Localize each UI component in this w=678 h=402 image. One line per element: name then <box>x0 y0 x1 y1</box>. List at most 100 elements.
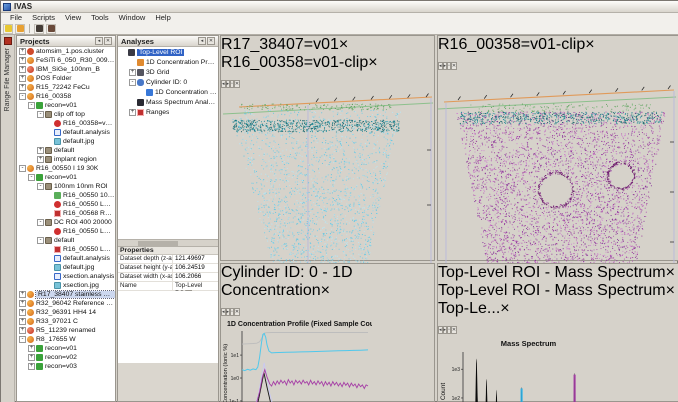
scroll-left-icon[interactable]: ◂ <box>221 308 226 316</box>
tree-item[interactable]: +R5_11239 renamed <box>17 326 115 335</box>
expand-icon[interactable]: + <box>19 66 26 73</box>
tab-top-level-roi-mass-spectrum[interactable]: Top-Level ROI - Mass Spectrum× <box>438 264 678 282</box>
tree-item[interactable]: +recon=v03 <box>17 362 115 371</box>
tree-item[interactable]: +POS Folder <box>17 74 115 83</box>
collapse-icon[interactable]: - <box>37 183 44 190</box>
tab-r17-38407-v01[interactable]: R17_38407=v01× <box>221 36 434 54</box>
tree-item[interactable]: +recon=v01 <box>17 344 115 353</box>
tab-close-icon[interactable]: × <box>339 36 348 53</box>
tree-item[interactable]: xsection.analysis <box>17 272 115 281</box>
tree-item[interactable]: -DC ROI 400 20000 <box>17 218 115 227</box>
expand-icon[interactable]: + <box>28 354 35 361</box>
tab-r16-00358-v01-clip[interactable]: R16_00358=v01-clip× <box>438 36 678 54</box>
expand-icon[interactable]: + <box>37 156 44 163</box>
collapse-icon[interactable]: - <box>19 93 26 100</box>
collapse-icon[interactable]: - <box>28 102 35 109</box>
scroll-left-icon[interactable]: ◂ <box>221 80 226 88</box>
collapse-icon[interactable]: - <box>19 336 26 343</box>
expand-icon[interactable]: + <box>19 57 26 64</box>
menu-scripts[interactable]: Scripts <box>27 13 60 23</box>
expand-icon[interactable]: + <box>19 309 26 316</box>
tree-item[interactable]: -recon=v01 <box>17 173 115 182</box>
tab-top-le-[interactable]: Top-Le...× <box>438 300 678 318</box>
expand-icon[interactable]: + <box>19 291 26 298</box>
expand-icon[interactable]: + <box>19 48 26 55</box>
panel-close-icon[interactable]: ✕ <box>207 37 215 45</box>
tab-close-icon[interactable]: × <box>666 282 675 299</box>
tree-item[interactable]: +implant region <box>17 155 115 164</box>
tree-item[interactable]: +IBM_SiGe_100nm_B <box>17 65 115 74</box>
tree-item[interactable]: +R32_96042 Reference SiGeB with LAWA <box>17 299 115 308</box>
collapse-icon[interactable]: - <box>37 237 44 244</box>
tab-close-icon[interactable]: × <box>368 54 377 71</box>
expand-icon[interactable]: + <box>19 327 26 334</box>
tree-item[interactable]: +3D Grid <box>118 67 218 77</box>
tree-item[interactable]: default.analysis <box>17 254 115 263</box>
close-icon[interactable]: ✕ <box>451 62 457 70</box>
tab-close-icon[interactable]: × <box>666 264 675 281</box>
expand-icon[interactable]: + <box>28 363 35 370</box>
expand-icon[interactable]: + <box>19 75 26 82</box>
close-icon[interactable]: ✕ <box>451 326 457 334</box>
close-icon[interactable]: ✕ <box>234 80 240 88</box>
panel-undock-icon[interactable]: ◂ <box>95 37 103 45</box>
tree-item[interactable]: 1D Concentration Profile - Z-axis <box>118 87 218 97</box>
tree-item[interactable]: R16_00568 ROI Ranges.rng <box>17 209 115 218</box>
tree-item[interactable]: 1D Concentration Profile - Y-axis (0 <box>118 57 218 67</box>
tree-item[interactable]: +R17_38407 stainless carbides <box>17 290 115 299</box>
menu-file[interactable]: File <box>5 13 27 23</box>
menu-window[interactable]: Window <box>114 13 151 23</box>
collapse-icon[interactable]: - <box>129 79 136 86</box>
menu-help[interactable]: Help <box>150 13 175 23</box>
tree-item[interactable]: default.jpg <box>17 137 115 146</box>
tree-item[interactable]: +default <box>17 146 115 155</box>
menu-view[interactable]: View <box>60 13 86 23</box>
tree-item[interactable]: -R8_17655 W <box>17 335 115 344</box>
tree-item[interactable]: +atomsim_1.pos.cluster <box>17 47 115 56</box>
tree-item[interactable]: -Cylinder ID: 0 <box>118 77 218 87</box>
tab-close-icon[interactable]: × <box>585 36 594 53</box>
tree-item[interactable]: +Ranges <box>118 107 218 117</box>
tree-item[interactable]: -R16_00358 <box>17 92 115 101</box>
tree-item[interactable]: +recon=v02 <box>17 353 115 362</box>
dark-tool-1-icon[interactable] <box>34 24 44 34</box>
tree-item[interactable]: -100nm 10nm ROI <box>17 182 115 191</box>
tree-item[interactable]: default.jpg <box>17 263 115 272</box>
tab-top-level-roi-mass-spectrum[interactable]: Top-Level ROI - Mass Spectrum× <box>438 282 678 300</box>
tree-item[interactable]: R16_00550 100nm 10nm Proj <box>17 191 115 200</box>
scroll-left-icon[interactable]: ◂ <box>438 326 443 334</box>
expand-icon[interactable]: + <box>28 345 35 352</box>
expand-icon[interactable]: + <box>37 147 44 154</box>
collapse-icon[interactable]: - <box>37 219 44 226</box>
collapse-icon[interactable]: - <box>37 111 44 118</box>
tree-item[interactable]: Top-Level ROI <box>118 47 218 57</box>
expand-icon[interactable]: + <box>19 318 26 325</box>
close-icon[interactable]: ✕ <box>234 308 240 316</box>
tree-item[interactable]: R16_00550 LO_01020(7HfTiN_ <box>17 245 115 254</box>
horizontal-scrollbar[interactable] <box>118 239 218 246</box>
tree-item[interactable]: Mass Spectrum Analysis <box>118 97 218 107</box>
new-analysis-icon[interactable] <box>3 24 13 34</box>
tree-item[interactable]: -clip off top <box>17 110 115 119</box>
tree-item[interactable]: default.analysis <box>17 128 115 137</box>
tab-cylinder-id-0-1d-concentration[interactable]: Cylinder ID: 0 - 1D Concentration× <box>221 264 434 300</box>
tab-r16-00358-v01-clip[interactable]: R16_00358=v01-clip× <box>221 54 434 72</box>
expand-icon[interactable]: + <box>19 300 26 307</box>
tree-item[interactable]: R16_00550 LO_01020(7HfTiN_ <box>17 227 115 236</box>
menu-tools[interactable]: Tools <box>86 13 114 23</box>
tree-item[interactable]: +R32_96391 HH4 14 <box>17 308 115 317</box>
expand-icon[interactable]: + <box>129 109 136 116</box>
dark-tool-2-icon[interactable] <box>46 24 56 34</box>
collapse-icon[interactable]: - <box>19 165 26 172</box>
range-file-manager-strip[interactable]: Range File Manager <box>1 35 15 402</box>
collapse-icon[interactable]: - <box>28 174 35 181</box>
panel-undock-icon[interactable]: ◂ <box>198 37 206 45</box>
viewer2-viewport[interactable] <box>438 72 678 278</box>
expand-icon[interactable]: + <box>129 69 136 76</box>
panel-close-icon[interactable]: ✕ <box>104 37 112 45</box>
tab-close-icon[interactable]: × <box>500 300 509 317</box>
tree-item[interactable]: +R33_97021 C <box>17 317 115 326</box>
tree-item[interactable]: -default <box>17 236 115 245</box>
tree-item[interactable]: R16_00358=v01-clip.pos <box>17 119 115 128</box>
tree-item[interactable]: +R15_72242 FeCu <box>17 83 115 92</box>
